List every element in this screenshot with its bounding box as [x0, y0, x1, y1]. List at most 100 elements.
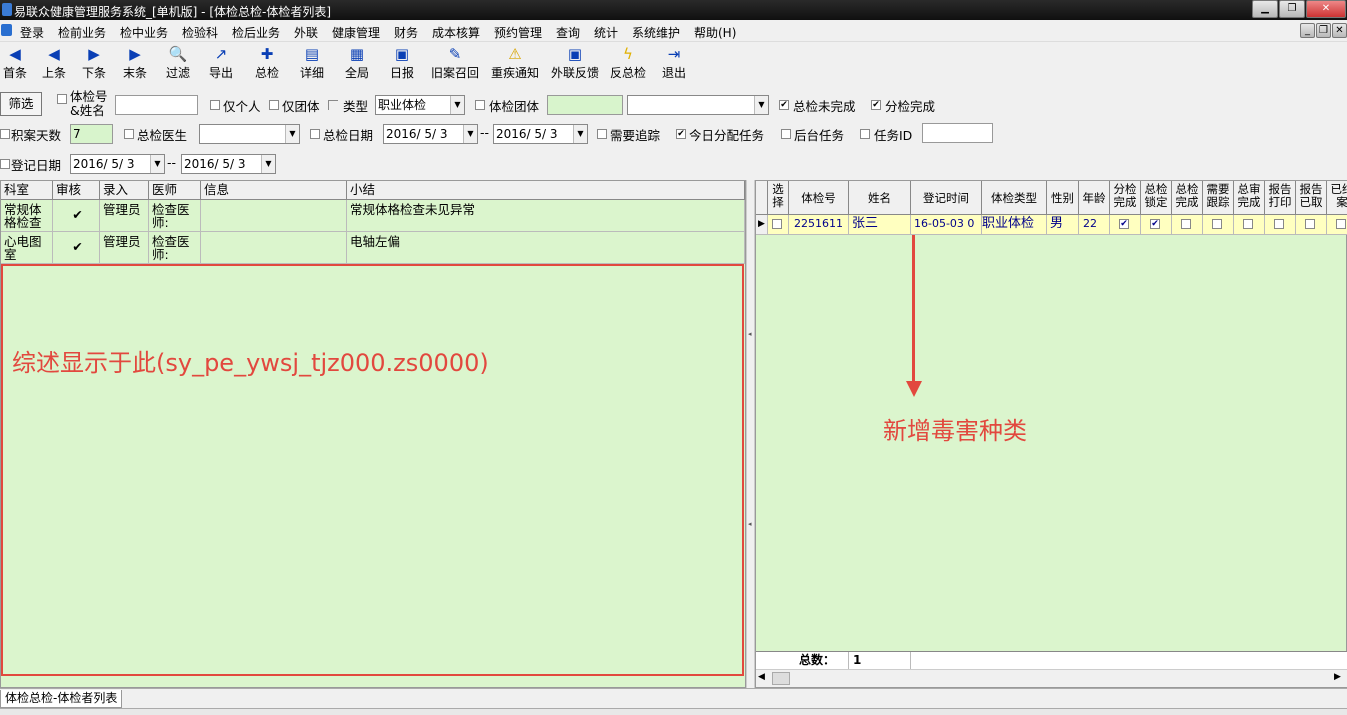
menu-item-10[interactable]: 查询: [556, 24, 580, 41]
group-select[interactable]: ▼: [627, 95, 769, 115]
col-header-audit[interactable]: 审核: [53, 181, 100, 200]
summary-area-highlight[interactable]: 综述显示于此(sy_pe_ywsj_tjz000.zs0000): [1, 264, 744, 676]
register-date-to[interactable]: 2016/ 5/ 3 ▼: [181, 154, 276, 174]
scroll-thumb[interactable]: [772, 672, 790, 685]
menu-item-6[interactable]: 健康管理: [332, 24, 380, 41]
task-id-input[interactable]: [922, 123, 993, 143]
type-select[interactable]: 职业体检 ▼: [375, 95, 465, 115]
tab-examinee-list[interactable]: 体检总检-体检者列表: [0, 690, 123, 708]
backlog-days-input[interactable]: 7: [70, 124, 113, 144]
col-header-type[interactable]: 体检类型: [982, 181, 1047, 215]
toolbar-button-recall[interactable]: ✎ 旧案召回: [426, 44, 484, 81]
close-button[interactable]: ✕: [1306, 0, 1346, 18]
col-header-summary[interactable]: 小结: [347, 181, 745, 200]
cell-branch-done[interactable]: ✔: [1110, 215, 1141, 235]
col-header-need-track[interactable]: 需要跟踪: [1203, 181, 1234, 215]
menu-item-3[interactable]: 检验科: [182, 24, 218, 41]
col-header-reg-time[interactable]: 登记时间: [911, 181, 982, 215]
toolbar-button-check[interactable]: ✚ 总检: [246, 44, 288, 81]
minimize-button[interactable]: ▁: [1252, 0, 1278, 18]
summary-date-checkbox[interactable]: [310, 129, 320, 139]
flag-checkbox[interactable]: [1212, 219, 1222, 229]
flag-checkbox[interactable]: [1336, 219, 1346, 229]
toolbar-button-filter[interactable]: 🔍 过滤: [156, 44, 200, 81]
toolbar-button-feedback[interactable]: ▣ 外联反馈: [546, 44, 604, 81]
toolbar-button-daily[interactable]: ▣ 日报: [382, 44, 422, 81]
summary-date-to[interactable]: 2016/ 5/ 3 ▼: [493, 124, 588, 144]
exam-no-checkbox[interactable]: [57, 94, 67, 104]
group-checkbox[interactable]: [475, 100, 485, 110]
col-header-sex[interactable]: 性别: [1047, 181, 1079, 215]
toolbar-button-warning[interactable]: ⚠ 重疾通知: [486, 44, 544, 81]
flag-checkbox[interactable]: ✔: [1150, 219, 1160, 229]
toolbar-button-prev[interactable]: ◀ 上条: [34, 44, 74, 81]
cell-report-printed[interactable]: [1265, 215, 1296, 235]
branch-finished-checkbox[interactable]: ✔: [871, 100, 881, 110]
flag-checkbox[interactable]: [1243, 219, 1253, 229]
today-assigned-checkbox[interactable]: ✔: [676, 129, 686, 139]
audit-checkbox[interactable]: ✔: [53, 232, 100, 264]
menu-item-4[interactable]: 检后业务: [232, 24, 280, 41]
flag-checkbox[interactable]: [1181, 219, 1191, 229]
select-checkbox-box[interactable]: [772, 219, 782, 229]
toolbar-button-next[interactable]: ▶ 下条: [74, 44, 114, 81]
menu-item-5[interactable]: 外联: [294, 24, 318, 41]
restore-button[interactable]: ❐: [1279, 0, 1305, 18]
toolbar-button-first[interactable]: ◀ 首条: [0, 44, 30, 81]
menu-item-9[interactable]: 预约管理: [494, 24, 542, 41]
background-task-checkbox[interactable]: [781, 129, 791, 139]
col-header-branch-done[interactable]: 分检完成: [1110, 181, 1141, 215]
col-header-entry[interactable]: 录入: [100, 181, 149, 200]
col-header-summary-done[interactable]: 总检完成: [1172, 181, 1203, 215]
menu-item-12[interactable]: 系统维护: [632, 24, 680, 41]
doctor-select[interactable]: ▼: [199, 124, 300, 144]
col-header-summary-locked[interactable]: 总检锁定: [1141, 181, 1172, 215]
audit-checkbox[interactable]: ✔: [53, 200, 100, 232]
col-header-report-taken[interactable]: 报告已取: [1296, 181, 1327, 215]
select-checkbox[interactable]: [768, 215, 789, 235]
cell-need-track[interactable]: [1203, 215, 1234, 235]
summary-unfinished-checkbox[interactable]: ✔: [779, 100, 789, 110]
horizontal-scrollbar[interactable]: ◀ ▶: [756, 669, 1347, 687]
menu-item-1[interactable]: 检前业务: [58, 24, 106, 41]
doctor-checkbox[interactable]: [124, 129, 134, 139]
cell-summary-locked[interactable]: ✔: [1141, 215, 1172, 235]
toolbar-button-last[interactable]: ▶ 末条: [114, 44, 156, 81]
need-track-checkbox[interactable]: [597, 129, 607, 139]
cell-closed[interactable]: [1327, 215, 1347, 235]
toolbar-button-detail[interactable]: ▤ 详细: [290, 44, 334, 81]
backlog-checkbox[interactable]: [0, 129, 10, 139]
group-only-checkbox[interactable]: [269, 100, 279, 110]
menu-item-7[interactable]: 财务: [394, 24, 418, 41]
menu-item-13[interactable]: 帮助(H): [694, 24, 736, 41]
flag-checkbox[interactable]: [1305, 219, 1315, 229]
type-checkbox[interactable]: [328, 100, 338, 110]
col-header-doctor[interactable]: 医师: [149, 181, 201, 200]
col-header-name[interactable]: 姓名: [849, 181, 911, 215]
toolbar-button-global[interactable]: ▦ 全局: [336, 44, 378, 81]
group-code-input[interactable]: [547, 95, 623, 115]
cell-review-done[interactable]: [1234, 215, 1265, 235]
menu-item-8[interactable]: 成本核算: [432, 24, 480, 41]
register-date-checkbox[interactable]: [0, 159, 10, 169]
pane-splitter[interactable]: ◂ ◂: [746, 180, 755, 688]
col-header-select[interactable]: 选择: [768, 181, 789, 215]
personal-only-checkbox[interactable]: [210, 100, 220, 110]
scroll-left-icon[interactable]: ◀: [758, 672, 765, 682]
mdi-minimize-button[interactable]: _: [1300, 23, 1315, 38]
scroll-right-icon[interactable]: ▶: [1334, 672, 1341, 682]
cell-report-taken[interactable]: [1296, 215, 1327, 235]
flag-checkbox[interactable]: ✔: [1119, 219, 1129, 229]
menu-item-11[interactable]: 统计: [594, 24, 618, 41]
mdi-restore-button[interactable]: ❐: [1316, 23, 1331, 38]
col-header-review-done[interactable]: 总审完成: [1234, 181, 1265, 215]
filter-button[interactable]: 筛选: [0, 92, 42, 116]
task-id-checkbox[interactable]: [860, 129, 870, 139]
col-header-exam-no[interactable]: 体检号: [789, 181, 849, 215]
flag-checkbox[interactable]: [1274, 219, 1284, 229]
register-date-from[interactable]: 2016/ 5/ 3 ▼: [70, 154, 165, 174]
col-header-closed[interactable]: 已结案: [1327, 181, 1347, 215]
mdi-close-button[interactable]: ✕: [1332, 23, 1347, 38]
exam-no-input[interactable]: [115, 95, 198, 115]
col-header-dept[interactable]: 科室: [1, 181, 53, 200]
